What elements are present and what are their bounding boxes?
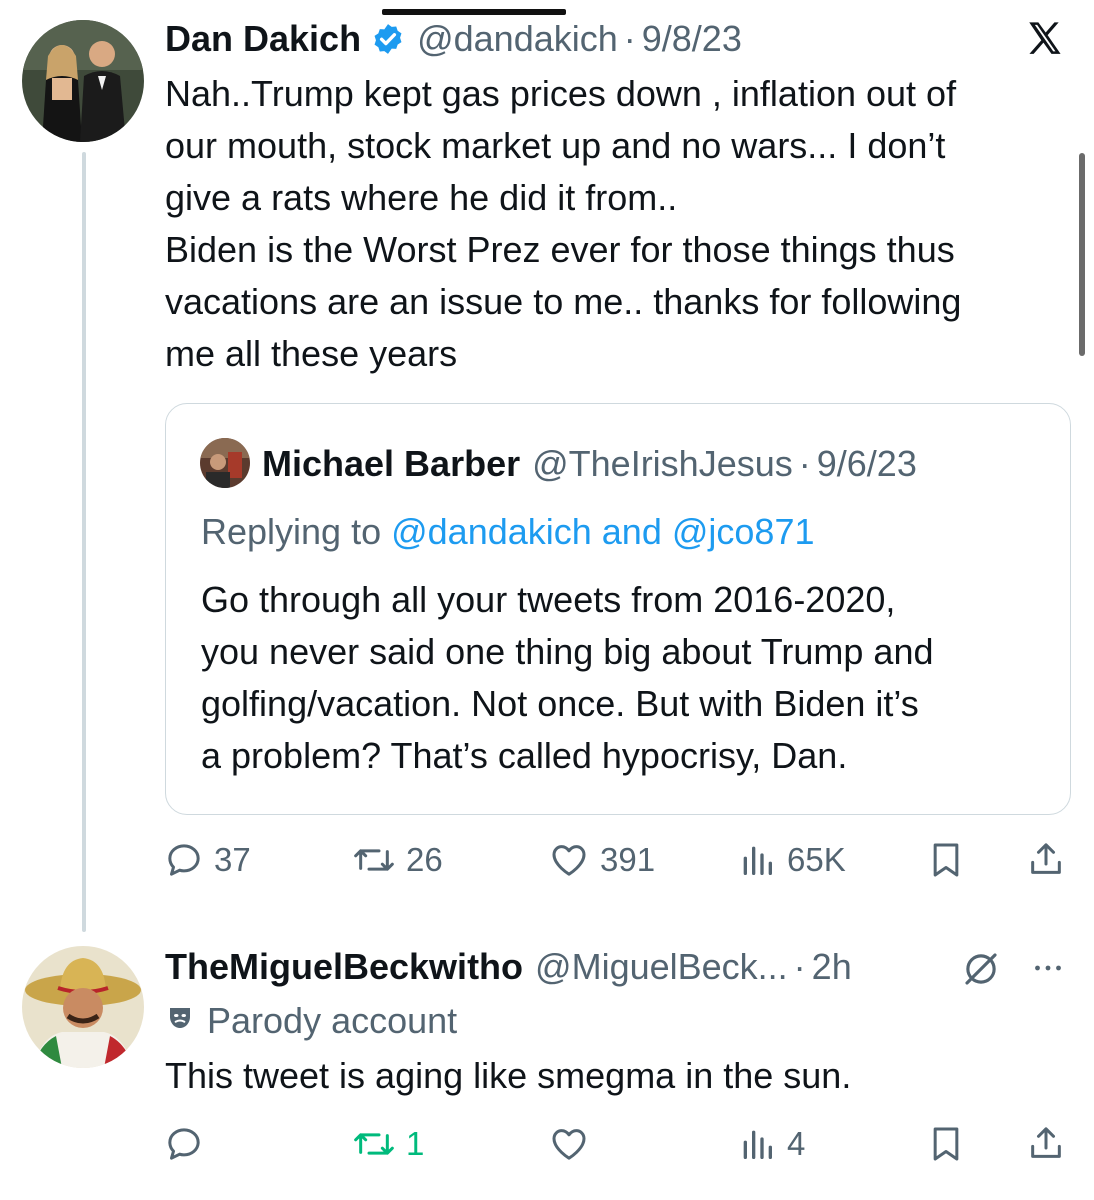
bookmark-icon (928, 1124, 964, 1164)
miguel-beckwitho-avatar[interactable] (22, 946, 144, 1068)
bookmark-icon (928, 840, 964, 880)
parody-label: Parody account (165, 1000, 457, 1042)
quote-date[interactable]: 9/6/23 (817, 443, 917, 485)
scrollbar[interactable] (1079, 153, 1085, 356)
repost-icon (352, 1124, 396, 1164)
reply-header-separator: · (793, 946, 806, 987)
replying-prefix: Replying to (201, 511, 392, 552)
replying-to: Replying to @dandakich and @jco871 (201, 510, 815, 554)
quote-text: Go through all your tweets from 2016-202… (201, 574, 1061, 782)
slash-circle-icon[interactable] (960, 948, 1002, 990)
reply-count: 37 (214, 841, 251, 878)
replying-user-link[interactable]: @dandakich (391, 511, 592, 552)
replying-user-link[interactable]: @jco871 (672, 511, 815, 552)
repost-icon (352, 840, 396, 880)
bar-chart-icon (737, 840, 777, 880)
like-count: 391 (600, 841, 656, 878)
repost-count: 26 (406, 841, 443, 878)
repost-button[interactable]: 26 (352, 840, 443, 880)
bar-chart-icon (737, 1124, 777, 1164)
quote-text-line: you never said one thing big about Trump… (201, 631, 934, 672)
quote-header-separator: · (798, 443, 811, 484)
views-count: 4 (787, 1125, 806, 1162)
reply-time[interactable]: 2h (812, 946, 852, 988)
reply-author-name[interactable]: TheMiguelBeckwitho (165, 946, 523, 988)
share-icon (1026, 838, 1066, 880)
like-button[interactable]: 391 (548, 840, 655, 880)
parody-label-text: Parody account (207, 1000, 458, 1041)
tweet-text-line: me all these years (165, 333, 458, 374)
top-bar-handle (382, 9, 566, 15)
tweet-date[interactable]: 9/8/23 (642, 18, 742, 60)
author-handle[interactable]: @dandakich (417, 18, 618, 60)
tweet-text-line: our mouth, stock market up and no wars..… (165, 125, 946, 166)
like-button[interactable] (548, 1124, 590, 1164)
views-count: 65K (787, 841, 846, 878)
tweet-text: Nah..Trump kept gas prices down , inflat… (165, 68, 1077, 380)
x-logo-icon[interactable] (1024, 18, 1066, 60)
reply-author-handle[interactable]: @MiguelBeck... (535, 946, 788, 988)
thread-connector-line (82, 152, 86, 932)
more-options-icon[interactable] (1028, 950, 1068, 986)
tweet-text-line: Biden is the Worst Prez ever for those t… (165, 229, 955, 270)
quote-header: Michael Barber @TheIrishJesus · 9/6/23 (262, 442, 917, 486)
repost-button[interactable]: 1 (352, 1124, 424, 1164)
bookmark-button[interactable] (928, 1124, 964, 1164)
heart-icon (548, 840, 590, 880)
quote-author-handle[interactable]: @TheIrishJesus (532, 443, 793, 485)
reply-button[interactable] (164, 1124, 204, 1164)
repost-count: 1 (406, 1125, 425, 1162)
header-separator: · (623, 18, 636, 59)
views-button[interactable]: 65K (737, 840, 846, 880)
quoted-tweet-card[interactable]: Michael Barber @TheIrishJesus · 9/6/23 R… (165, 403, 1071, 815)
dan-dakich-avatar[interactable] (22, 20, 144, 142)
tweet-text-line: give a rats where he did it from.. (165, 177, 678, 218)
tweet-text-line: vacations are an issue to me.. thanks fo… (165, 281, 962, 322)
reply-icon (164, 1124, 204, 1164)
quote-text-line: a problem? That’s called hypocrisy, Dan. (201, 735, 848, 776)
quote-author-name[interactable]: Michael Barber (262, 443, 520, 485)
reply-button[interactable]: 37 (164, 840, 251, 880)
tweet-text-line: Nah..Trump kept gas prices down , inflat… (165, 73, 957, 114)
theater-mask-icon (165, 1000, 195, 1042)
reply-text: This tweet is aging like smegma in the s… (165, 1055, 852, 1096)
share-button[interactable] (1026, 1122, 1066, 1164)
verified-badge-icon (371, 22, 405, 56)
author-name[interactable]: Dan Dakich (165, 18, 361, 60)
michael-barber-avatar[interactable] (200, 438, 250, 488)
views-button[interactable]: 4 (737, 1124, 805, 1164)
share-icon (1026, 1122, 1066, 1164)
reply-icon (164, 840, 204, 880)
share-button[interactable] (1026, 838, 1066, 880)
replying-and: and (591, 511, 672, 552)
reply-header: TheMiguelBeckwitho @MiguelBeck... · 2h (165, 944, 852, 990)
quote-text-line: golfing/vacation. Not once. But with Bid… (201, 683, 919, 724)
bookmark-button[interactable] (928, 840, 964, 880)
quote-text-line: Go through all your tweets from 2016-202… (201, 579, 896, 620)
heart-icon (548, 1124, 590, 1164)
tweet-header: Dan Dakich @dandakich · 9/8/23 (165, 16, 742, 62)
